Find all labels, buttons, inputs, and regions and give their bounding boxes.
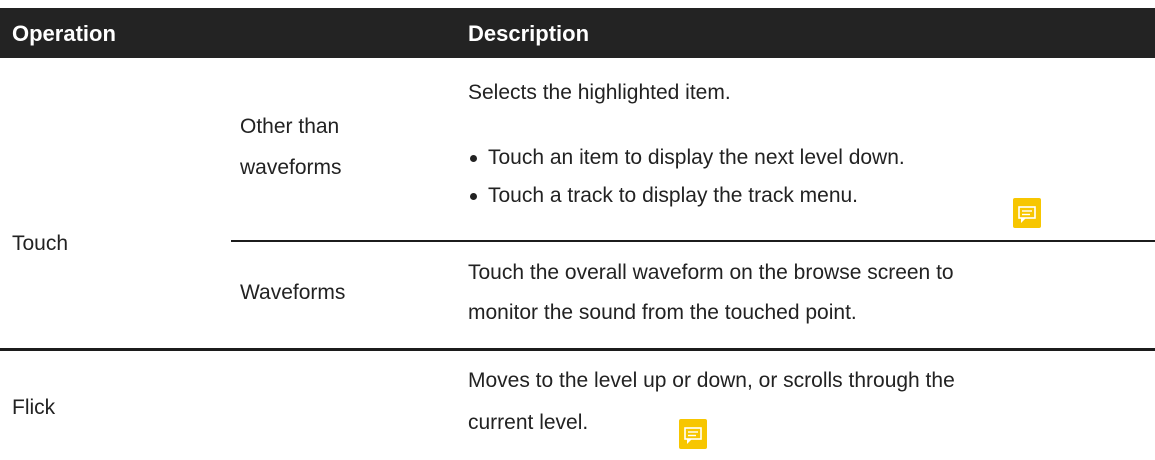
target-waveforms: Waveforms [240, 281, 346, 304]
description-bullet-list: Touch an item to display the next level … [468, 142, 905, 218]
operation-flick: Flick [12, 396, 56, 419]
list-item: Touch an item to display the next level … [468, 142, 905, 180]
operation-touch: Touch [12, 232, 69, 255]
target-other-than-waveforms-line2: waveforms [240, 156, 342, 179]
sub-row-divider [231, 240, 1155, 242]
comment-icon[interactable] [679, 419, 707, 449]
row-divider [0, 348, 1155, 351]
comment-icon-glyph [684, 427, 702, 444]
table-header: Operation Description [0, 8, 1155, 58]
operations-table: Operation Description Touch Other than w… [0, 0, 1155, 460]
target-other-than-waveforms-line1: Other than [240, 115, 340, 138]
list-item: Touch a track to display the track menu. [468, 180, 905, 218]
comment-icon-glyph [1018, 206, 1036, 223]
description-waveforms-line2: monitor the sound from the touched point… [468, 301, 857, 324]
description-flick-line1: Moves to the level up or down, or scroll… [468, 369, 955, 392]
description-selects-highlighted: Selects the highlighted item. [468, 81, 731, 104]
description-flick-line2: current level. [468, 411, 589, 434]
header-operation: Operation [12, 21, 116, 46]
header-description: Description [468, 21, 590, 46]
comment-icon[interactable] [1013, 198, 1041, 228]
description-waveforms-line1: Touch the overall waveform on the browse… [468, 261, 954, 284]
